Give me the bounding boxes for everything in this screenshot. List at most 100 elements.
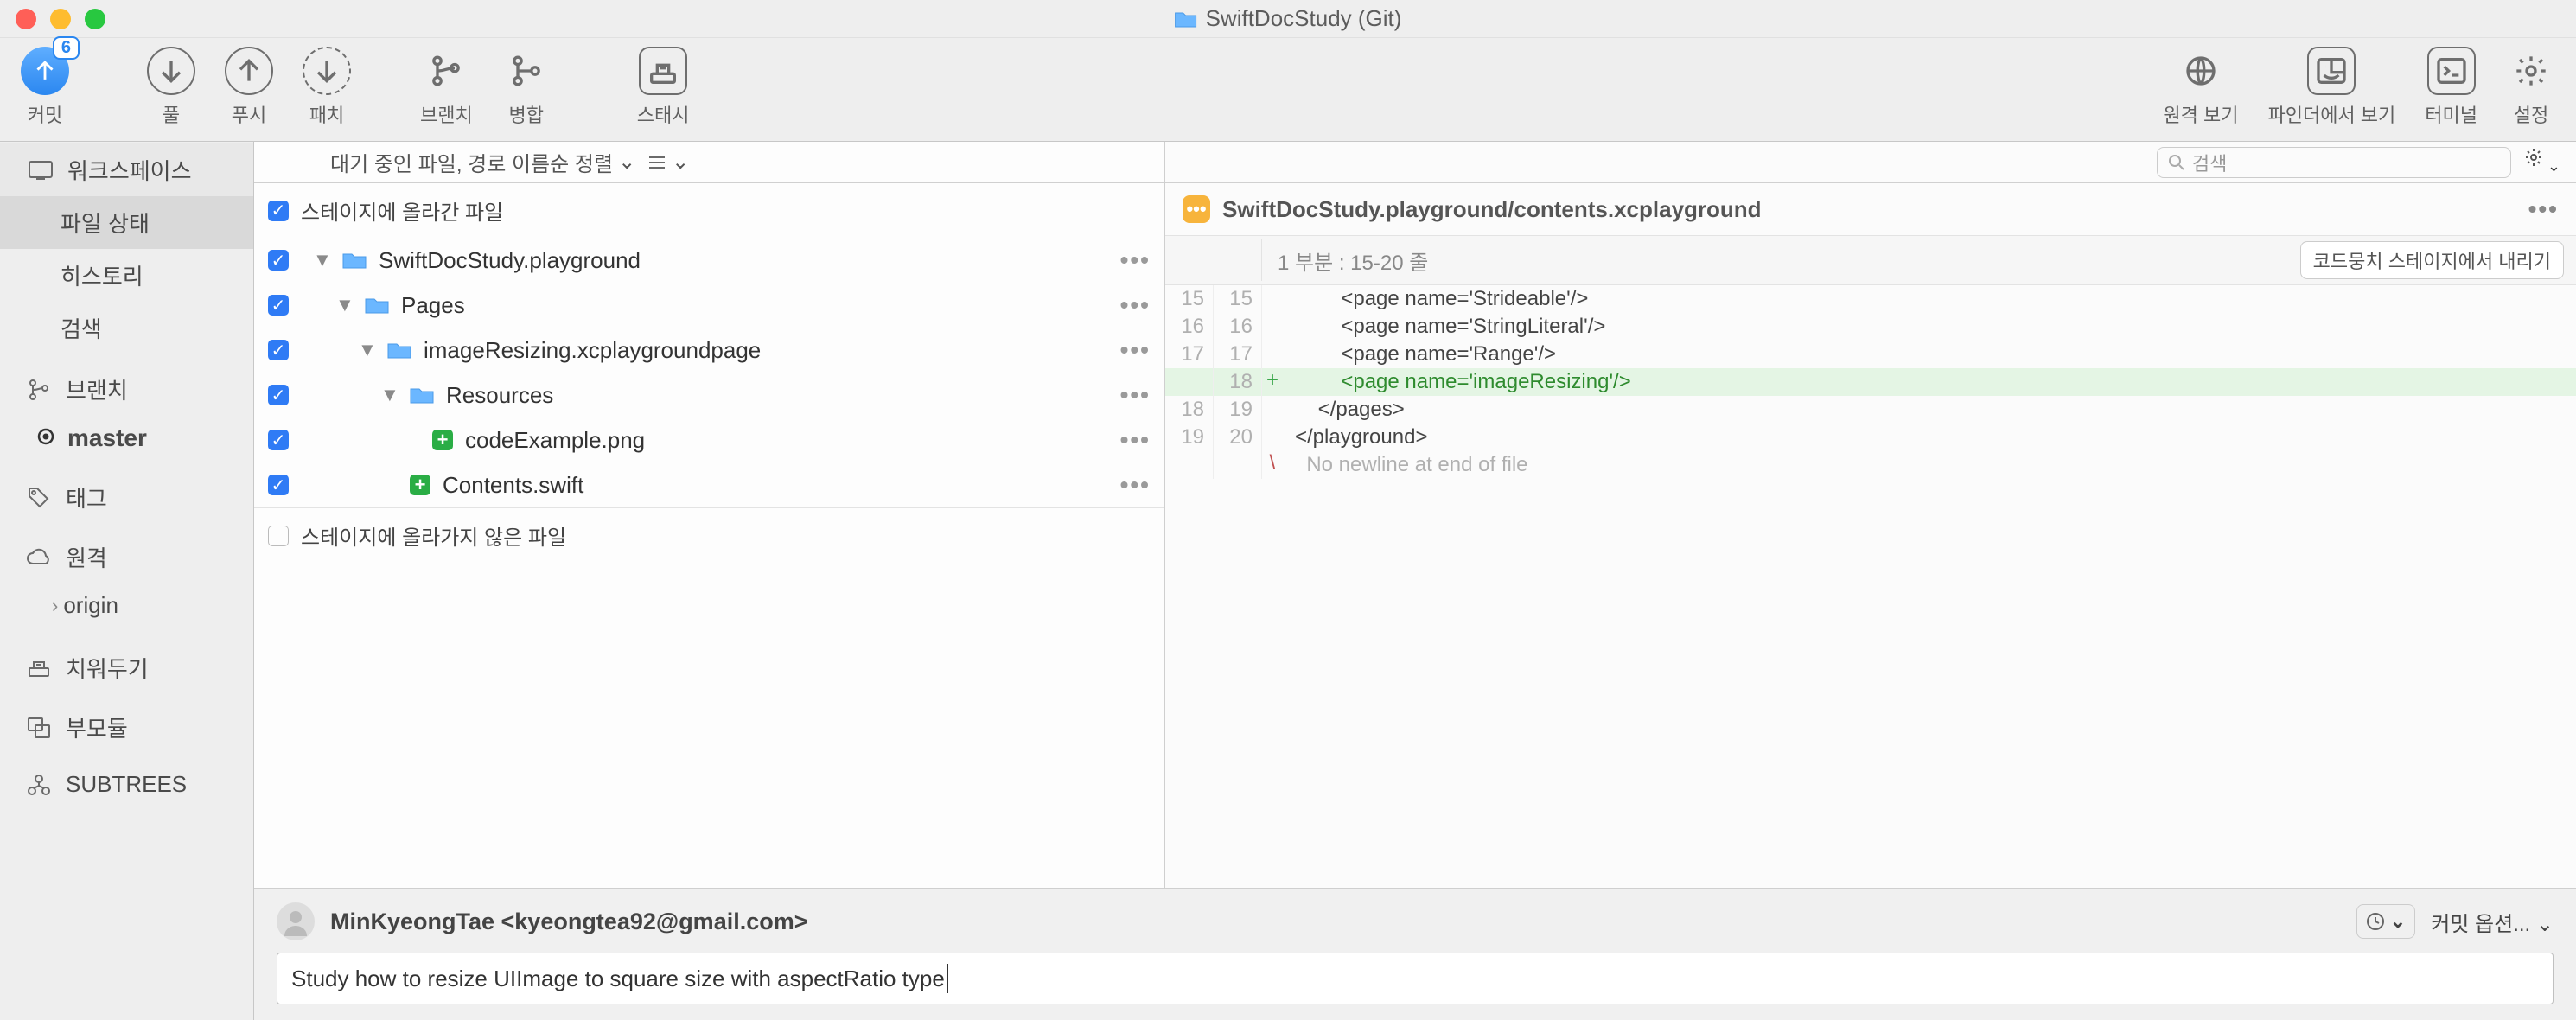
sidebar-item-origin[interactable]: › origin — [0, 582, 253, 619]
sidebar-tags-header[interactable]: 태그 — [0, 462, 253, 522]
file-checkbox[interactable]: ✓ — [268, 475, 289, 495]
code-line[interactable]: 1515 <page name='Strideable'/> — [1165, 285, 2576, 313]
disclosure-icon[interactable]: ▼ — [335, 294, 353, 316]
chevron-down-icon: ⌄ — [618, 150, 635, 175]
code-line[interactable]: 1819 </pages> — [1165, 396, 2576, 424]
chevron-down-icon: ⌄ — [672, 150, 689, 175]
file-name: imageResizing.xcplaygroundpage — [424, 337, 1108, 364]
commit-area: MinKyeongTae <kyeongtea92@gmail.com> ⌄ 커… — [254, 888, 2576, 1020]
folder-icon — [1175, 10, 1197, 29]
commit-badge: 6 — [53, 36, 80, 60]
sidebar-item-history[interactable]: 히스토리 — [0, 249, 253, 302]
search-input[interactable]: 검색 — [2157, 147, 2511, 178]
file-menu[interactable]: ••• — [1120, 291, 1151, 319]
file-checkbox[interactable]: ✓ — [268, 340, 289, 360]
commit-author: MinKyeongTae <kyeongtea92@gmail.com> — [330, 908, 808, 935]
staged-files-header: ✓ 스테이지에 올라간 파일 — [254, 183, 1164, 238]
file-checkbox[interactable]: ✓ — [268, 385, 289, 405]
code-line[interactable]: 1616 <page name='StringLiteral'/> — [1165, 313, 2576, 341]
minimize-icon[interactable] — [50, 9, 71, 29]
chevron-down-icon: ⌄ — [2390, 910, 2406, 933]
branch-icon — [24, 378, 54, 402]
sidebar-item-search[interactable]: 검색 — [0, 302, 253, 354]
diff-panel-header: 검색 ⌄ — [1165, 142, 2576, 183]
settings-button[interactable]: 설정 — [2507, 47, 2555, 128]
sidebar-subtrees-header[interactable]: SUBTREES — [0, 752, 253, 806]
toolbar: 6 커밋 풀 푸시 패치 브랜치 병합 스태시 원격 보기 파인더에서 보기 터… — [0, 38, 2576, 142]
file-menu[interactable]: ••• — [1120, 426, 1151, 454]
commit-message-input[interactable]: Study how to resize UIImage to square si… — [277, 953, 2554, 1004]
branch-button[interactable]: 브랜치 — [420, 47, 473, 128]
close-icon[interactable] — [16, 9, 36, 29]
staged-checkbox[interactable]: ✓ — [268, 201, 289, 221]
sidebar-submodules-header[interactable]: 부모듈 — [0, 692, 253, 752]
code-line[interactable]: 1920</playground> — [1165, 424, 2576, 451]
sidebar-branches-header[interactable]: 브랜치 — [0, 354, 253, 414]
diff-file-menu[interactable]: ••• — [2528, 195, 2559, 223]
file-checkbox[interactable]: ✓ — [268, 295, 289, 316]
zoom-icon[interactable] — [85, 9, 105, 29]
show-finder-button[interactable]: 파인더에서 보기 — [2267, 47, 2395, 128]
subtree-icon — [24, 774, 54, 796]
sidebar-hidden-header[interactable]: 치워두기 — [0, 619, 253, 692]
sidebar: 워크스페이스 파일 상태 히스토리 검색 브랜치 master 태그 원격 › … — [0, 142, 254, 1020]
file-name: Pages — [401, 292, 1108, 319]
code-line[interactable]: 18+ <page name='imageResizing'/> — [1165, 368, 2576, 396]
file-menu[interactable]: ••• — [1120, 336, 1151, 364]
commit-button[interactable]: 6 커밋 — [21, 47, 69, 128]
unstaged-checkbox[interactable] — [268, 526, 289, 546]
chevron-right-icon: › — [52, 595, 58, 617]
sidebar-item-workspace[interactable]: 워크스페이스 — [0, 143, 253, 196]
modified-icon: ••• — [1183, 195, 1210, 223]
window-controls — [16, 9, 105, 29]
disclosure-icon[interactable]: ▼ — [358, 339, 375, 361]
file-checkbox[interactable]: ✓ — [268, 430, 289, 450]
unstage-hunk-button[interactable]: 코드뭉치 스테이지에서 내리기 — [2300, 241, 2564, 279]
file-name: SwiftDocStudy.playground — [379, 247, 1108, 274]
pull-button[interactable]: 풀 — [147, 47, 195, 128]
file-menu[interactable]: ••• — [1120, 246, 1151, 274]
code-line[interactable]: 1717 <page name='Range'/> — [1165, 341, 2576, 368]
file-row[interactable]: ✓ ▼ SwiftDocStudy.playground ••• — [254, 238, 1164, 283]
file-panel-header: 대기 중인 파일, 경로 이름순 정렬 ⌄ ⌄ — [254, 142, 1164, 183]
remote-view-button[interactable]: 원격 보기 — [2163, 47, 2238, 128]
file-name: codeExample.png — [465, 427, 1108, 454]
diff-file-header: ••• SwiftDocStudy.playground/contents.xc… — [1165, 183, 2576, 235]
window-title-text: SwiftDocStudy (Git) — [1206, 5, 1402, 32]
folder-icon — [387, 341, 411, 360]
added-icon: + — [432, 430, 453, 450]
folder-icon — [342, 251, 367, 270]
commit-history-button[interactable]: ⌄ — [2356, 904, 2415, 939]
list-view-toggle[interactable]: ⌄ — [647, 150, 689, 175]
sidebar-item-master[interactable]: master — [0, 414, 253, 462]
disclosure-icon[interactable]: ▼ — [313, 249, 330, 271]
terminal-button[interactable]: 터미널 — [2425, 47, 2477, 128]
file-row[interactable]: ✓ ▼ Pages ••• — [254, 283, 1164, 328]
avatar — [277, 902, 315, 940]
file-name: Resources — [446, 382, 1108, 409]
file-row[interactable]: ✓+Contents.swift••• — [254, 462, 1164, 507]
merge-button[interactable]: 병합 — [502, 47, 551, 128]
file-row[interactable]: ✓ ▼ imageResizing.xcplaygroundpage ••• — [254, 328, 1164, 373]
unstaged-files-header: 스테이지에 올라가지 않은 파일 — [254, 507, 1164, 563]
file-row[interactable]: ✓ ▼ Resources ••• — [254, 373, 1164, 418]
file-menu[interactable]: ••• — [1120, 381, 1151, 409]
file-row[interactable]: ✓ + codeExample.png ••• — [254, 418, 1164, 462]
diff-settings-button[interactable]: ⌄ — [2523, 147, 2560, 177]
sidebar-remotes-header[interactable]: 원격 — [0, 522, 253, 582]
disclosure-icon[interactable]: ▼ — [380, 384, 398, 406]
file-menu[interactable]: ••• — [1120, 471, 1151, 499]
push-button[interactable]: 푸시 — [225, 47, 273, 128]
window-title: SwiftDocStudy (Git) — [1175, 5, 1402, 32]
submodule-icon — [24, 717, 54, 739]
file-checkbox[interactable]: ✓ — [268, 250, 289, 271]
stash-button[interactable]: 스태시 — [637, 47, 690, 128]
sort-dropdown[interactable]: 대기 중인 파일, 경로 이름순 정렬 ⌄ — [330, 147, 635, 177]
sidebar-item-file-status[interactable]: 파일 상태 — [0, 196, 253, 249]
workspace-icon — [26, 160, 55, 181]
fetch-button[interactable]: 패치 — [303, 47, 351, 128]
folder-icon — [365, 296, 389, 315]
diff-panel: 검색 ⌄ ••• SwiftDocStudy.playground/conten… — [1165, 142, 2576, 888]
commit-options-button[interactable]: 커밋 옵션... ⌄ — [2431, 907, 2554, 937]
titlebar: SwiftDocStudy (Git) — [0, 0, 2576, 38]
